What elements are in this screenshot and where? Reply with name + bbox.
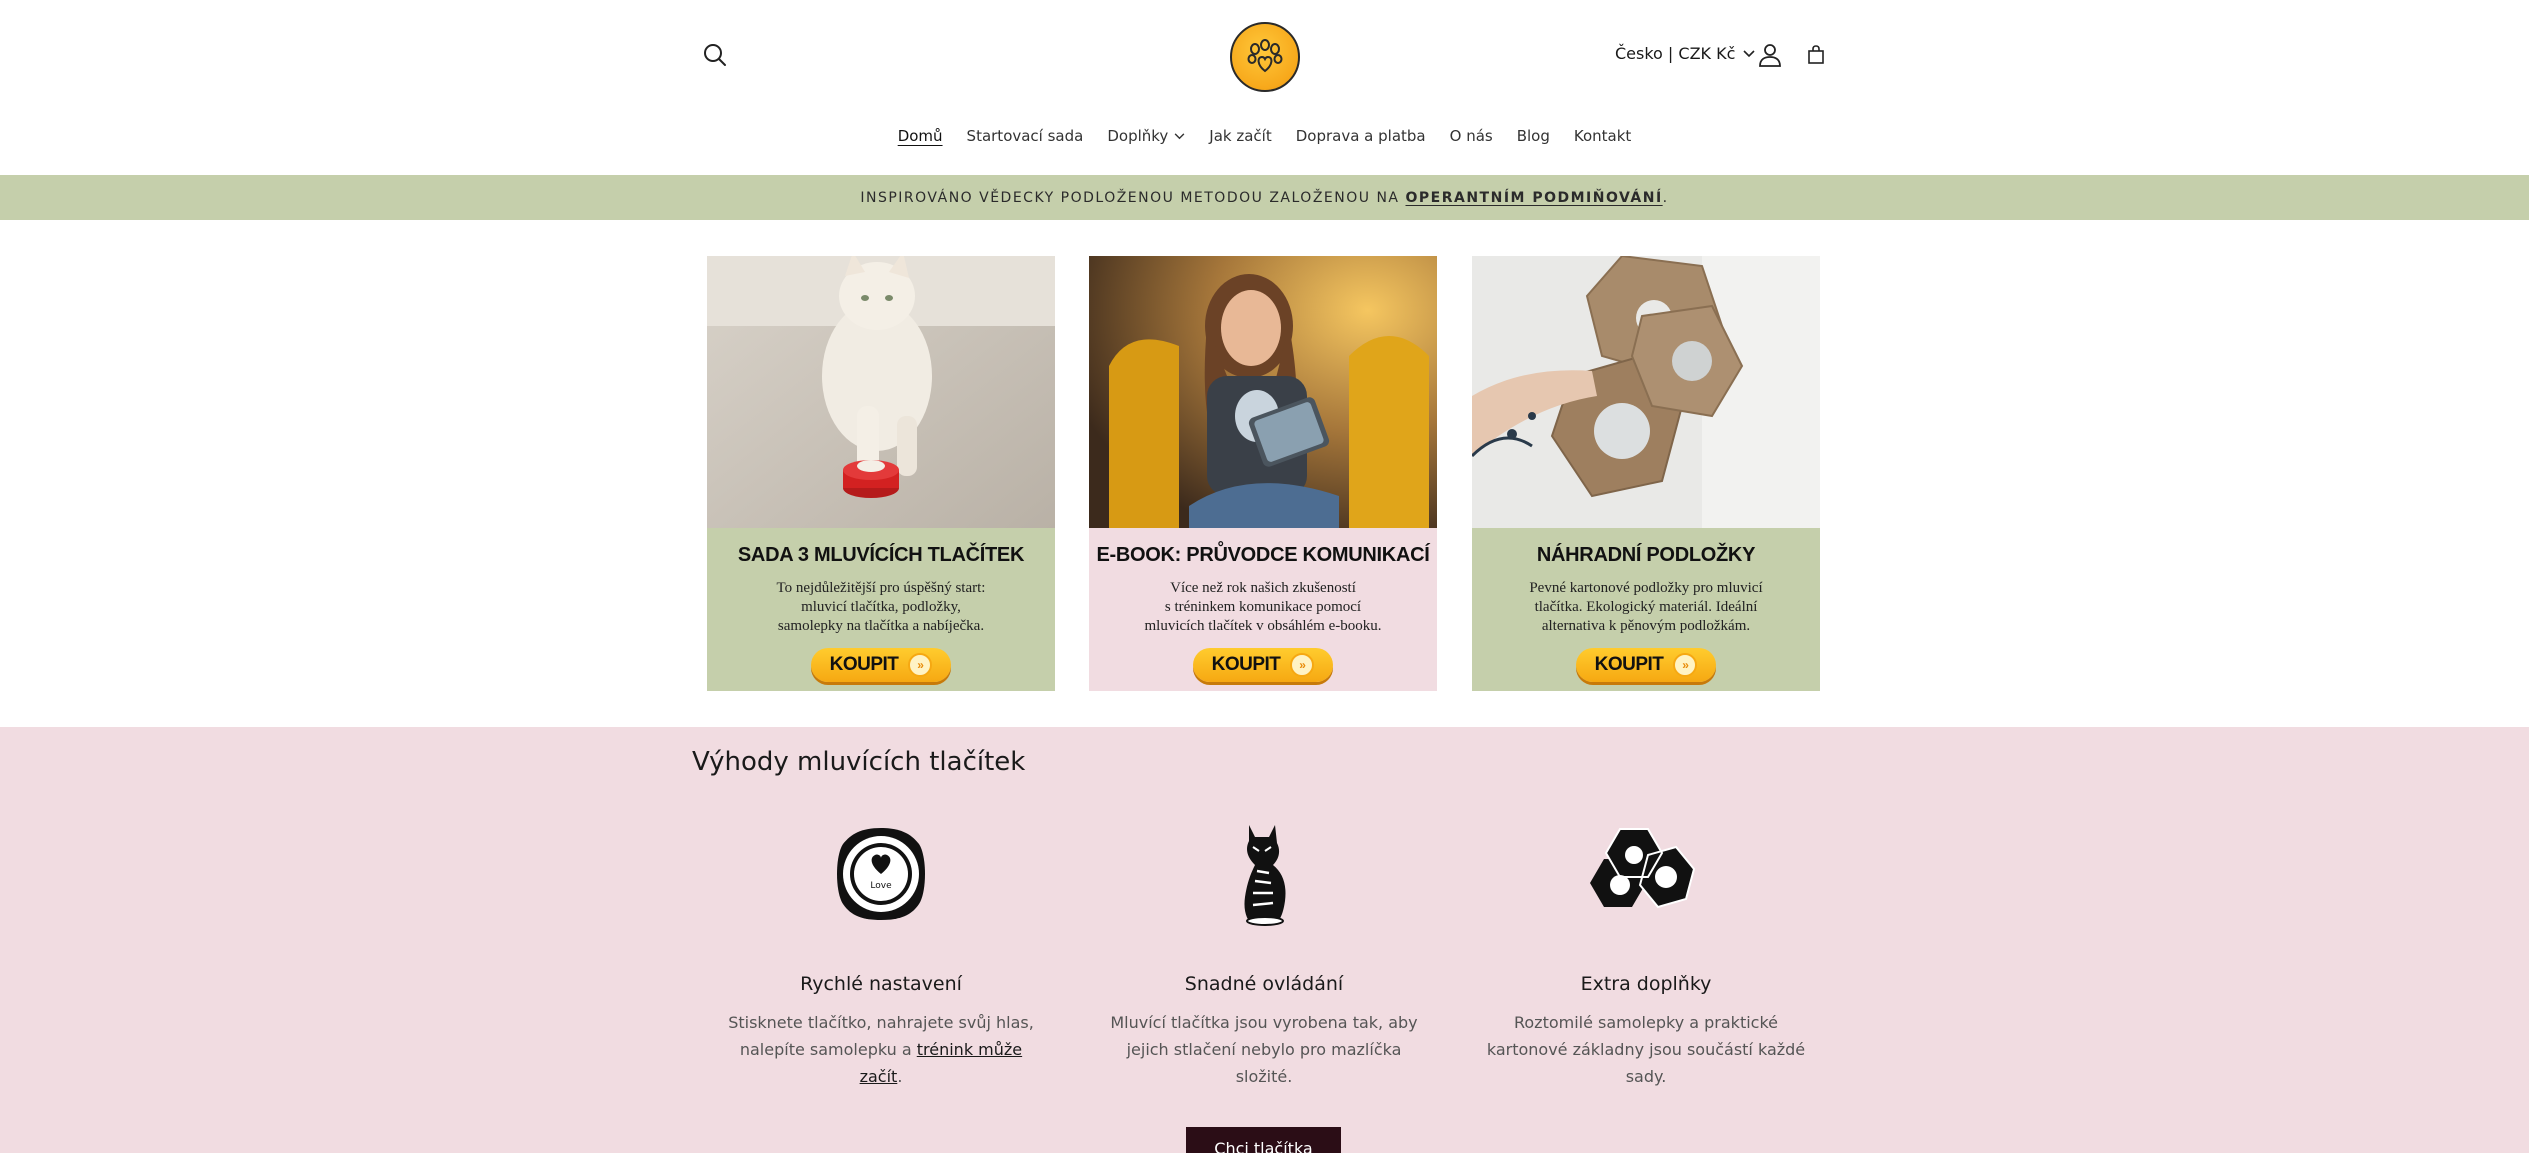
- love-icon-label: Love: [870, 881, 892, 891]
- product-title: SADA 3 MLUVÍCÍCH TLAČÍTEK: [737, 544, 1025, 566]
- feature-quick-setup: Love Rychlé nastavení Stisknete tlačítko…: [706, 819, 1056, 1090]
- product-description: To nejdůležitější pro úspěšný start: mlu…: [707, 579, 1055, 636]
- hexagon-mats-icon: [1590, 828, 1696, 909]
- description-line: mluvicích tlačítek v obsáhlém e-booku.: [1144, 618, 1382, 634]
- feature-title: Rychlé nastavení: [800, 973, 962, 995]
- cat-pressing-button-image: [707, 256, 1055, 528]
- buy-button-label: KOUPIT: [1594, 654, 1664, 675]
- nav-item-label: Doplňky: [1107, 127, 1169, 145]
- nav-item-label: Domů: [897, 127, 943, 145]
- product-panel: NÁHRADNÍ PODLOŽKY Pevné kartonové podlož…: [1472, 528, 1820, 691]
- nav-item-shipping[interactable]: Doprava a platba: [1284, 119, 1438, 153]
- feature-text: Stisknete tlačítko, nahrajete svůj hlas,…: [706, 1009, 1056, 1090]
- cart-button[interactable]: [1803, 42, 1829, 68]
- feature-title: Extra doplňky: [1580, 973, 1712, 995]
- nav-item-accessories[interactable]: Doplňky: [1095, 119, 1197, 153]
- nav-item-label: Jak začít: [1209, 127, 1272, 145]
- feature-extra-accessories: Extra doplňky Roztomilé samolepky a prak…: [1471, 819, 1821, 1090]
- feature-text-part: .: [897, 1067, 903, 1086]
- feature-easy-use: Snadné ovládání Mluvící tlačítka jsou vy…: [1089, 819, 1439, 1090]
- locale-label: Česko | CZK Kč: [1615, 44, 1736, 63]
- chevron-down-icon: [1743, 49, 1755, 57]
- description-line: Více než rok našich zkušeností: [1170, 580, 1356, 596]
- cat-icon: [1244, 825, 1286, 926]
- product-title: E-BOOK: PRŮVODCE KOMUNIKACÍ: [1096, 544, 1430, 566]
- feature-text: Mluvící tlačítka jsou vyrobena tak, aby …: [1110, 1013, 1418, 1086]
- announcement-link[interactable]: OPERANTNÍM PODMIŇOVÁNÍ: [1406, 190, 1663, 206]
- announcement-suffix: .: [1662, 189, 1669, 206]
- product-panel: E-BOOK: PRŮVODCE KOMUNIKACÍ Více než rok…: [1089, 528, 1437, 691]
- feature-text: Roztomilé samolepky a praktické kartonov…: [1486, 1013, 1806, 1086]
- site-header: Česko | CZK Kč Domů Startovací sada Dopl…: [0, 0, 2529, 175]
- description-line: Pevné kartonové podložky pro mluvicí: [1529, 580, 1763, 596]
- nav-item-label: Kontakt: [1573, 127, 1632, 145]
- buy-button[interactable]: KOUPIT »: [811, 648, 951, 682]
- nav-item-label: Blog: [1516, 127, 1550, 145]
- nav-item-contact[interactable]: Kontakt: [1562, 119, 1643, 153]
- want-buttons-cta[interactable]: Chci tlačítka: [1186, 1127, 1341, 1153]
- chevron-down-icon: [1174, 132, 1185, 139]
- product-card-button-set[interactable]: SADA 3 MLUVÍCÍCH TLAČÍTEK To nejdůležitě…: [707, 256, 1055, 691]
- product-title: NÁHRADNÍ PODLOŽKY: [1536, 544, 1756, 566]
- product-description: Více než rok našich zkušeností s trénink…: [1089, 579, 1437, 636]
- announcement-bar: INSPIROVÁNO VĚDECKY PODLOŽENOU METODOU Z…: [0, 175, 2529, 220]
- nav-item-starter-kit[interactable]: Startovací sada: [955, 119, 1096, 153]
- nav-item-blog[interactable]: Blog: [1505, 119, 1562, 153]
- description-line: mluvicí tlačítka, podložky,: [801, 599, 961, 615]
- buy-button[interactable]: KOUPIT »: [1193, 648, 1333, 682]
- nav-item-home[interactable]: Domů: [886, 119, 955, 153]
- double-chevron-right-icon: »: [1673, 653, 1698, 677]
- product-panel: SADA 3 MLUVÍCÍCH TLAČÍTEK To nejdůležitě…: [707, 528, 1055, 691]
- section-heading: Výhody mluvících tlačítek: [692, 747, 1026, 777]
- search-icon: [704, 44, 726, 66]
- description-line: To nejdůležitější pro úspěšný start:: [776, 580, 986, 596]
- announcement-text: INSPIROVÁNO VĚDECKY PODLOŽENOU METODOU Z…: [860, 189, 1400, 206]
- woman-reading-tablet-image: [1089, 256, 1437, 528]
- double-chevron-right-icon: »: [908, 653, 933, 677]
- product-description: Pevné kartonové podložky pro mluvicí tla…: [1472, 579, 1820, 636]
- buy-button-label: KOUPIT: [1211, 654, 1281, 675]
- paw-logo-icon: [1247, 39, 1283, 73]
- main-nav: Domů Startovací sada Doplňky Jak začít D…: [0, 118, 2529, 154]
- user-icon: [1759, 44, 1781, 67]
- product-card-ebook[interactable]: E-BOOK: PRŮVODCE KOMUNIKACÍ Více než rok…: [1089, 256, 1437, 691]
- benefits-section: Výhody mluvících tlačítek Love Rychlé na…: [0, 727, 2529, 1153]
- locale-selector[interactable]: Česko | CZK Kč: [1615, 44, 1755, 63]
- nav-item-label: Doprava a platba: [1295, 127, 1426, 145]
- nav-item-label: Startovací sada: [966, 127, 1084, 145]
- double-chevron-right-icon: »: [1290, 653, 1315, 677]
- nav-item-about[interactable]: O nás: [1438, 119, 1505, 153]
- nav-item-how-to-start[interactable]: Jak začít: [1197, 119, 1283, 153]
- site-logo[interactable]: [1230, 22, 1300, 92]
- description-line: s tréninkem komunikace pomocí: [1164, 599, 1362, 615]
- description-line: tlačítka. Ekologický materiál. Ideální: [1534, 599, 1758, 615]
- description-line: alternativa k pěnovým podložkám.: [1541, 618, 1751, 634]
- account-button[interactable]: [1757, 42, 1783, 68]
- cardboard-mats-image: [1472, 256, 1820, 528]
- buy-button[interactable]: KOUPIT »: [1576, 648, 1716, 682]
- search-button[interactable]: [700, 40, 730, 70]
- feature-title: Snadné ovládání: [1184, 973, 1344, 995]
- nav-item-label: O nás: [1449, 127, 1493, 145]
- product-card-mats[interactable]: NÁHRADNÍ PODLOŽKY Pevné kartonové podlož…: [1472, 256, 1820, 691]
- love-button-icon: Love: [837, 828, 925, 920]
- description-line: samolepky na tlačítka a nabíječka.: [777, 618, 985, 634]
- bag-icon: [1808, 45, 1824, 64]
- buy-button-label: KOUPIT: [829, 654, 899, 675]
